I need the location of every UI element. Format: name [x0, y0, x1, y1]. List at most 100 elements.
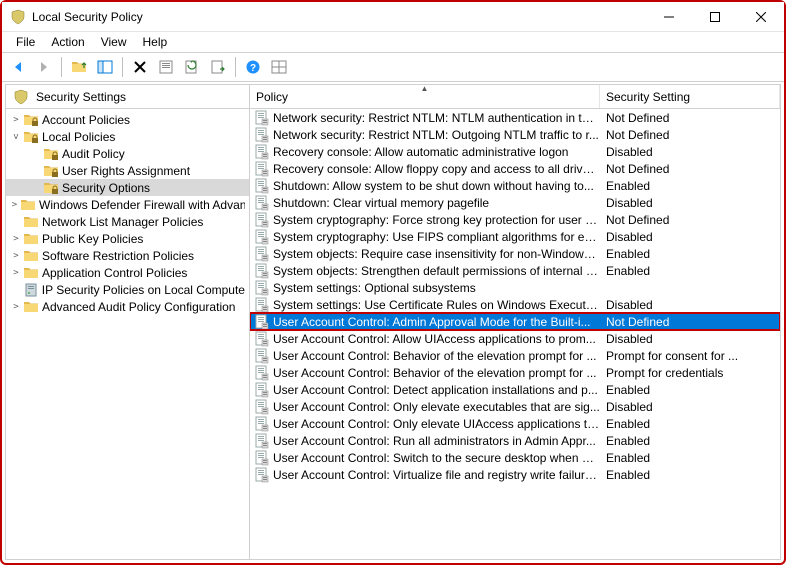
policy-row[interactable]: Network security: Restrict NTLM: NTLM au…	[250, 109, 780, 126]
tree-node-pubkey[interactable]: > Public Key Policies	[6, 230, 249, 247]
policy-name: Recovery console: Allow automatic admini…	[273, 145, 568, 159]
export-icon	[210, 59, 226, 75]
tree-node-account-policies[interactable]: >Account Policies	[6, 111, 249, 128]
policy-name: User Account Control: Behavior of the el…	[273, 366, 597, 380]
expand-icon[interactable]: >	[10, 251, 22, 261]
folder-icon	[43, 163, 59, 179]
tree-label: Audit Policy	[62, 147, 125, 161]
policy-setting: Enabled	[600, 451, 780, 465]
policy-setting: Prompt for credentials	[600, 366, 780, 380]
tree-node-user-rights[interactable]: >User Rights Assignment	[6, 162, 249, 179]
tree-node-ipsec[interactable]: >IP Security Policies on Local Computer	[6, 281, 249, 298]
policy-name: Shutdown: Allow system to be shut down w…	[273, 179, 594, 193]
policy-row[interactable]: Recovery console: Allow automatic admini…	[250, 143, 780, 160]
tree-node-advaudit[interactable]: >Advanced Audit Policy Configuration	[6, 298, 249, 315]
delete-button[interactable]	[128, 55, 152, 79]
policy-row[interactable]: User Account Control: Switch to the secu…	[250, 449, 780, 466]
policy-name: User Account Control: Virtualize file an…	[273, 468, 600, 482]
policy-row[interactable]: System objects: Strengthen default permi…	[250, 262, 780, 279]
policy-row[interactable]: User Account Control: Allow UIAccess app…	[250, 330, 780, 347]
policy-row[interactable]: User Account Control: Only elevate execu…	[250, 398, 780, 415]
expand-icon[interactable]: >	[10, 234, 22, 244]
back-button[interactable]	[6, 55, 30, 79]
tree-label: Public Key Policies	[42, 232, 143, 246]
properties-button[interactable]	[154, 55, 178, 79]
policy-row[interactable]: System cryptography: Force strong key pr…	[250, 211, 780, 228]
menu-file[interactable]: File	[8, 34, 43, 50]
folder-icon	[23, 112, 39, 128]
policy-row[interactable]: User Account Control: Behavior of the el…	[250, 347, 780, 364]
policy-row[interactable]: System objects: Require case insensitivi…	[250, 245, 780, 262]
policy-icon	[254, 144, 270, 160]
policy-row[interactable]: User Account Control: Only elevate UIAcc…	[250, 415, 780, 432]
tree-pane: Security Settings >Account Policies vLoc…	[6, 85, 250, 559]
tree-node-netlist[interactable]: >Network List Manager Policies	[6, 213, 249, 230]
policy-name: User Account Control: Allow UIAccess app…	[273, 332, 596, 346]
tree-node-defender[interactable]: > Windows Defender Firewall with Advanced…	[6, 196, 249, 213]
policy-row[interactable]: User Account Control: Run all administra…	[250, 432, 780, 449]
policy-row[interactable]: User Account Control: Admin Approval Mod…	[250, 313, 780, 330]
forward-button[interactable]	[32, 55, 56, 79]
policy-row[interactable]: User Account Control: Detect application…	[250, 381, 780, 398]
policy-icon	[254, 161, 270, 177]
tree-label: User Rights Assignment	[62, 164, 190, 178]
tree-header[interactable]: Security Settings	[6, 85, 249, 109]
policy-icon	[254, 467, 270, 483]
menu-action[interactable]: Action	[43, 34, 92, 50]
policy-setting: Disabled	[600, 298, 780, 312]
policy-setting: Not Defined	[600, 111, 780, 125]
policy-row[interactable]: User Account Control: Behavior of the el…	[250, 364, 780, 381]
expand-icon[interactable]: >	[10, 268, 22, 278]
show-hide-button[interactable]	[93, 55, 117, 79]
column-header-setting[interactable]: Security Setting	[600, 85, 780, 108]
tree-node-local-policies[interactable]: vLocal Policies	[6, 128, 249, 145]
policy-row[interactable]: Shutdown: Clear virtual memory pagefileD…	[250, 194, 780, 211]
policy-row[interactable]: System cryptography: Use FIPS compliant …	[250, 228, 780, 245]
policy-row[interactable]: Shutdown: Allow system to be shut down w…	[250, 177, 780, 194]
refresh-button[interactable]	[180, 55, 204, 79]
expand-icon[interactable]: >	[10, 115, 22, 125]
app-icon	[10, 9, 26, 25]
policy-name: User Account Control: Switch to the secu…	[273, 451, 600, 465]
policy-setting: Disabled	[600, 196, 780, 210]
policy-name: User Account Control: Only elevate UIAcc…	[273, 417, 600, 431]
collapse-icon[interactable]: v	[10, 132, 22, 142]
policy-name: Recovery console: Allow floppy copy and …	[273, 162, 600, 176]
policy-name: User Account Control: Behavior of the el…	[273, 349, 597, 363]
tree-node-security-options[interactable]: >Security Options	[6, 179, 249, 196]
list-body[interactable]: Network security: Restrict NTLM: NTLM au…	[250, 109, 780, 559]
expand-icon[interactable]: >	[10, 302, 22, 312]
tree[interactable]: >Account Policies vLocal Policies >Audit…	[6, 109, 249, 317]
column-header-policy[interactable]: ▲ Policy	[250, 85, 600, 108]
policy-row[interactable]: Network security: Restrict NTLM: Outgoin…	[250, 126, 780, 143]
list-pane: ▲ Policy Security Setting Network securi…	[250, 85, 780, 559]
policy-icon	[254, 212, 270, 228]
expand-icon[interactable]: >	[10, 200, 19, 210]
shield-icon	[13, 89, 29, 105]
tree-node-audit-policy[interactable]: >Audit Policy	[6, 145, 249, 162]
export-button[interactable]	[206, 55, 230, 79]
policy-row[interactable]: System settings: Use Certificate Rules o…	[250, 296, 780, 313]
menu-help[interactable]: Help	[135, 34, 176, 50]
policy-name: Network security: Restrict NTLM: NTLM au…	[273, 111, 600, 125]
menubar: File Action View Help	[2, 32, 784, 52]
policy-setting: Not Defined	[600, 315, 780, 329]
help-button[interactable]: ?	[241, 55, 265, 79]
tile-button[interactable]	[267, 55, 291, 79]
minimize-button[interactable]	[646, 2, 692, 32]
maximize-button[interactable]	[692, 2, 738, 32]
menu-view[interactable]: View	[93, 34, 135, 50]
policy-row[interactable]: System settings: Optional subsystems	[250, 279, 780, 296]
svg-text:?: ?	[250, 63, 256, 74]
close-button[interactable]	[738, 2, 784, 32]
policy-row[interactable]: Recovery console: Allow floppy copy and …	[250, 160, 780, 177]
policy-row[interactable]: User Account Control: Virtualize file an…	[250, 466, 780, 483]
tree-label: Windows Defender Firewall with Advanced …	[39, 198, 245, 212]
up-button[interactable]	[67, 55, 91, 79]
tree-node-appctrl[interactable]: >Application Control Policies	[6, 264, 249, 281]
tree-node-softrestrict[interactable]: >Software Restriction Policies	[6, 247, 249, 264]
policy-setting: Enabled	[600, 468, 780, 482]
policy-name: System settings: Use Certificate Rules o…	[273, 298, 600, 312]
policy-icon	[254, 382, 270, 398]
policy-setting: Enabled	[600, 434, 780, 448]
